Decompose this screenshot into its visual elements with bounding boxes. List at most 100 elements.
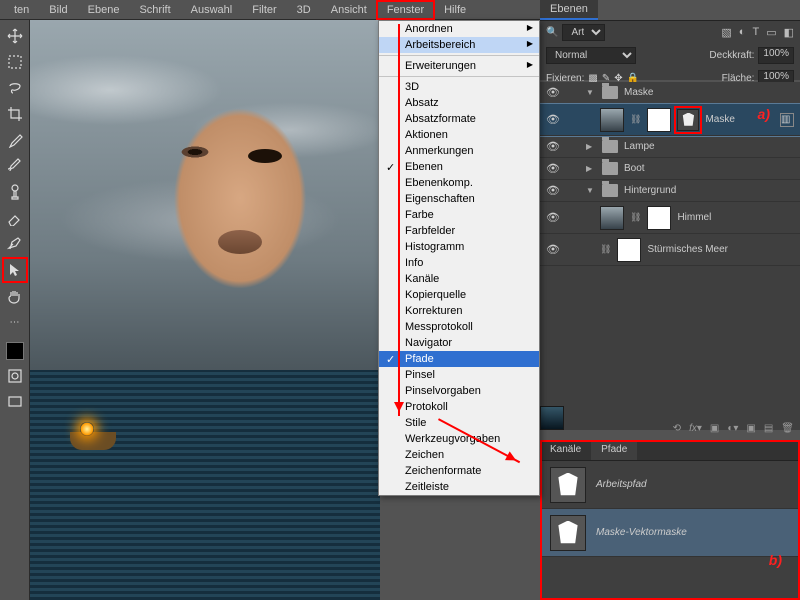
- layer-mask-thumb[interactable]: [617, 238, 641, 262]
- layer-himmel[interactable]: 👁⛓Himmel: [540, 202, 800, 234]
- visibility-toggle[interactable]: 👁: [546, 140, 560, 153]
- layer-group-maske[interactable]: 👁 ▼ Maske: [540, 82, 800, 104]
- adjust-icon[interactable]: ◐▾: [727, 423, 738, 434]
- layers-panel-tab[interactable]: Ebenen: [540, 0, 598, 20]
- vector-mask-thumb[interactable]: [677, 109, 699, 131]
- move-tool[interactable]: [5, 26, 25, 46]
- menu-item-eigenschaften[interactable]: Eigenschaften: [379, 191, 539, 207]
- layers-footer-icons: ⟲ fx▾ ▣ ◐▾ ▣ ▤ 🗑: [673, 423, 794, 434]
- menu-item-navigator[interactable]: Navigator: [379, 335, 539, 351]
- menu-item-kan-le[interactable]: Kanäle: [379, 271, 539, 287]
- menu-3d[interactable]: 3D: [287, 1, 321, 19]
- path-name-label: Arbeitspfad: [596, 479, 647, 490]
- fold-arrow-icon[interactable]: ▶: [586, 164, 596, 173]
- stamp-tool[interactable]: [5, 182, 25, 202]
- menu-item-absatzformate[interactable]: Absatzformate: [379, 111, 539, 127]
- path-row-maske-vektormaske[interactable]: Maske-Vektormaske: [540, 509, 800, 557]
- fold-arrow-icon[interactable]: ▼: [586, 88, 596, 97]
- opacity-value[interactable]: 100%: [758, 47, 794, 64]
- visibility-toggle[interactable]: 👁: [546, 113, 560, 126]
- menu-item-farbe[interactable]: Farbe: [379, 207, 539, 223]
- filter-pixel-icon[interactable]: ▧: [721, 26, 731, 39]
- paths-tab-kanäle[interactable]: Kanäle: [540, 441, 591, 460]
- filter-shape-icon[interactable]: ▭: [766, 26, 776, 39]
- path-selection-tool[interactable]: [5, 260, 25, 280]
- quickmask-toggle[interactable]: [5, 366, 25, 386]
- paths-tab-pfade[interactable]: Pfade: [591, 441, 637, 460]
- path-row-arbeitspfad[interactable]: Arbeitspfad: [540, 461, 800, 509]
- menu-item-pfade[interactable]: Pfade: [379, 351, 539, 367]
- link-layers-icon[interactable]: ⟲: [673, 423, 681, 434]
- mask-icon[interactable]: ▣: [710, 423, 719, 434]
- menu-item-histogramm[interactable]: Histogramm: [379, 239, 539, 255]
- marquee-tool[interactable]: [5, 52, 25, 72]
- blend-mode-select[interactable]: Normal: [546, 47, 636, 64]
- screen-mode-toggle[interactable]: [5, 392, 25, 412]
- document-canvas[interactable]: [30, 20, 380, 600]
- filter-adjust-icon[interactable]: ◐: [739, 26, 746, 39]
- menu-ten[interactable]: ten: [4, 1, 39, 19]
- fold-arrow-icon[interactable]: ▼: [586, 186, 596, 195]
- trash-icon[interactable]: 🗑: [781, 423, 794, 434]
- brush-tool[interactable]: [5, 156, 25, 176]
- menu-item-ebenenkomp-[interactable]: Ebenenkomp.: [379, 175, 539, 191]
- eyedropper-tool[interactable]: [5, 130, 25, 150]
- menu-item-aktionen[interactable]: Aktionen: [379, 127, 539, 143]
- menu-item-anmerkungen[interactable]: Anmerkungen: [379, 143, 539, 159]
- fold-arrow-icon[interactable]: ▶: [586, 142, 596, 151]
- layer-name-label: Maske: [624, 87, 653, 98]
- layer-name-label: Maske: [705, 114, 734, 125]
- filter-type-icon[interactable]: T: [752, 26, 759, 39]
- menu-item-absatz[interactable]: Absatz: [379, 95, 539, 111]
- menu-item-zeitleiste[interactable]: Zeitleiste: [379, 479, 539, 495]
- menu-item-pinselvorgaben[interactable]: Pinselvorgaben: [379, 383, 539, 399]
- dots-tool[interactable]: ⋯: [5, 312, 25, 332]
- layer-group-boot[interactable]: 👁▶Boot: [540, 158, 800, 180]
- visibility-toggle[interactable]: 👁: [546, 211, 560, 224]
- menu-item-ebenen[interactable]: Ebenen: [379, 159, 539, 175]
- layer-stürmisches-meer[interactable]: 👁⛓Stürmisches Meer: [540, 234, 800, 266]
- visibility-toggle[interactable]: 👁: [546, 162, 560, 175]
- menu-item-3d[interactable]: 3D: [379, 79, 539, 95]
- sea-backdrop: [30, 370, 380, 600]
- menu-item-pinsel[interactable]: Pinsel: [379, 367, 539, 383]
- pen-tool[interactable]: [5, 234, 25, 254]
- menu-item-korrekturen[interactable]: Korrekturen: [379, 303, 539, 319]
- layer-mask-thumb[interactable]: [647, 206, 671, 230]
- menu-schrift[interactable]: Schrift: [129, 1, 180, 19]
- lasso-tool[interactable]: [5, 78, 25, 98]
- menu-item-erweiterungen[interactable]: Erweiterungen: [379, 58, 539, 74]
- filter-smart-icon[interactable]: ◧: [784, 26, 794, 39]
- visibility-toggle[interactable]: 👁: [546, 184, 560, 197]
- layers-panel-header: 🔍 Art ▧ ◐ T ▭ ◧ Normal Deckkraft: 100% F…: [540, 20, 800, 80]
- layers-tree: 👁▼Maske👁⛓Maske▥👁▶Lampe👁▶Boot👁▼Hintergrun…: [540, 82, 800, 430]
- layer-mask-thumb[interactable]: [647, 108, 671, 132]
- menu-fenster[interactable]: Fenster: [377, 1, 434, 19]
- menu-item-anordnen[interactable]: Anordnen: [379, 21, 539, 37]
- fx-icon[interactable]: fx▾: [689, 423, 702, 434]
- menu-auswahl[interactable]: Auswahl: [181, 1, 243, 19]
- menu-item-messprotokoll[interactable]: Messprotokoll: [379, 319, 539, 335]
- foreground-color-swatch[interactable]: [6, 342, 24, 360]
- opacity-label: Deckkraft:: [709, 50, 754, 61]
- menu-ansicht[interactable]: Ansicht: [321, 1, 377, 19]
- layer-group-lampe[interactable]: 👁▶Lampe: [540, 136, 800, 158]
- hand-tool[interactable]: [5, 286, 25, 306]
- new-layer-icon[interactable]: ▤: [764, 423, 773, 434]
- menu-ebene[interactable]: Ebene: [78, 1, 130, 19]
- visibility-toggle[interactable]: 👁: [546, 86, 560, 99]
- menu-item-kopierquelle[interactable]: Kopierquelle: [379, 287, 539, 303]
- crop-tool[interactable]: [5, 104, 25, 124]
- layer-filter-select[interactable]: Art: [562, 24, 605, 41]
- group-icon[interactable]: ▣: [746, 423, 755, 434]
- layer-group-hintergrund[interactable]: 👁▼Hintergrund: [540, 180, 800, 202]
- menu-item-info[interactable]: Info: [379, 255, 539, 271]
- visibility-toggle[interactable]: 👁: [546, 243, 560, 256]
- menu-item-arbeitsbereich[interactable]: Arbeitsbereich: [379, 37, 539, 53]
- menu-item-farbfelder[interactable]: Farbfelder: [379, 223, 539, 239]
- menu-filter[interactable]: Filter: [242, 1, 286, 19]
- menu-bild[interactable]: Bild: [39, 1, 77, 19]
- eraser-tool[interactable]: [5, 208, 25, 228]
- menu-hilfe[interactable]: Hilfe: [434, 1, 476, 19]
- menu-item-werkzeugvorgaben[interactable]: Werkzeugvorgaben: [379, 431, 539, 447]
